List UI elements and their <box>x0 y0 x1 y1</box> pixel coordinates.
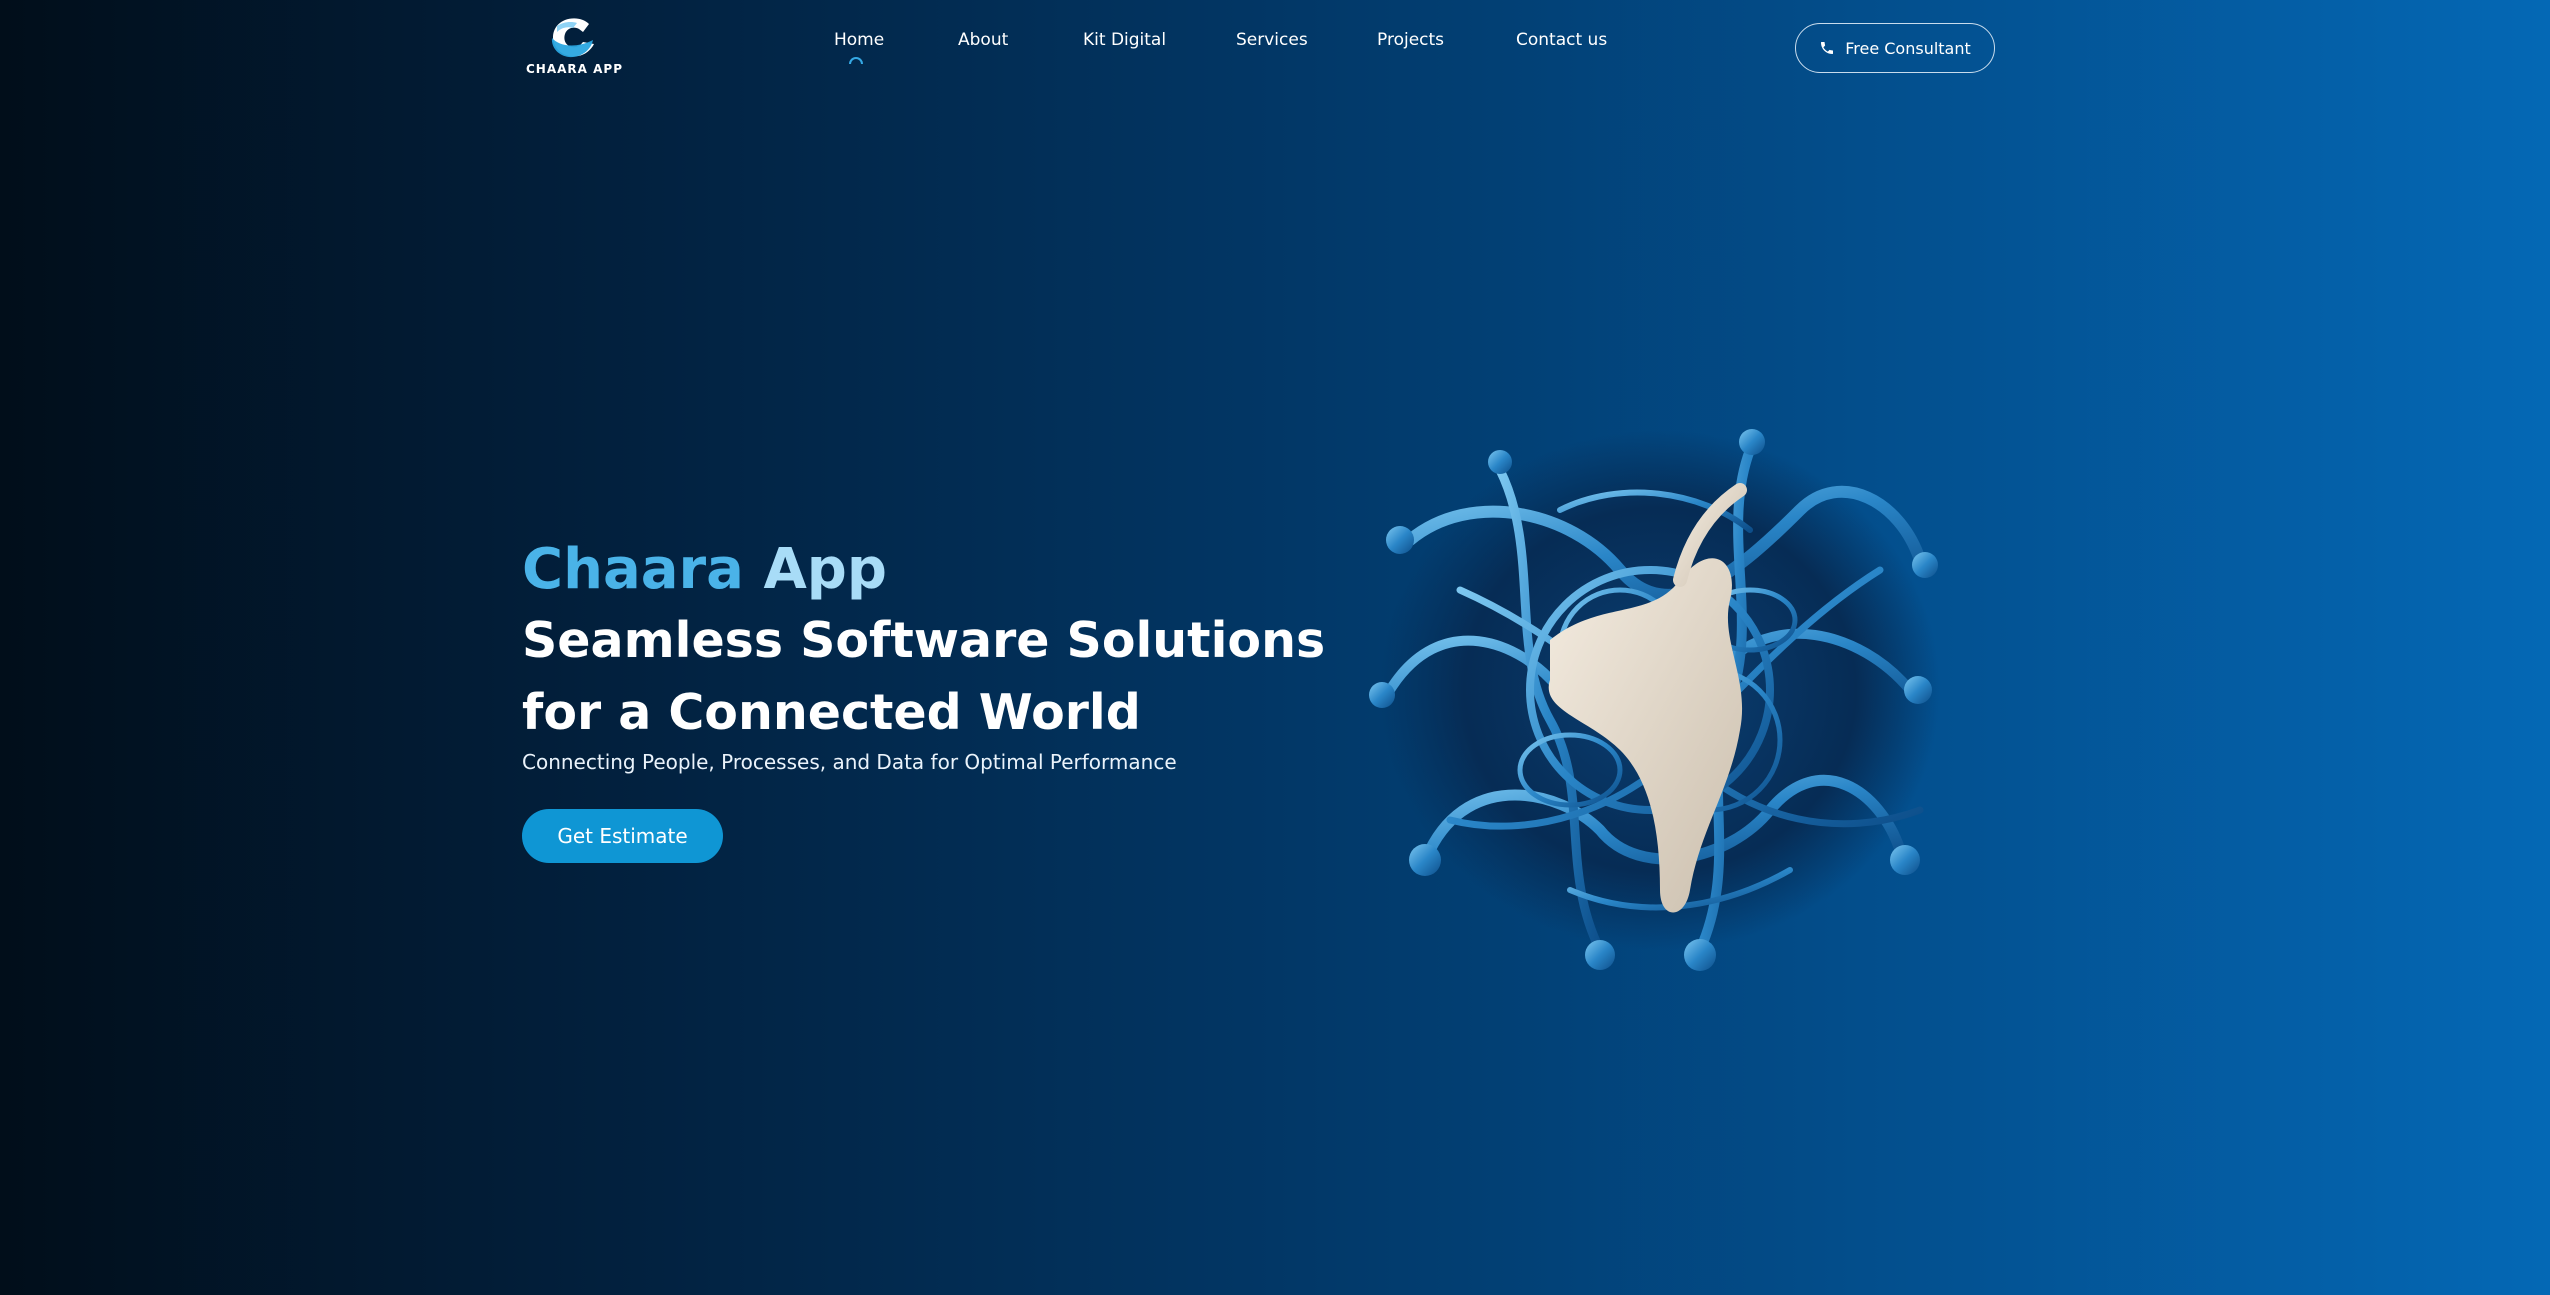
free-consultant-label: Free Consultant <box>1845 38 1971 58</box>
hero-brand-first: Chaara <box>522 537 744 602</box>
nav-active-indicator <box>849 57 863 64</box>
logo-mark-icon <box>551 18 594 58</box>
hero-subheadline: Connecting People, Processes, and Data f… <box>522 750 1177 774</box>
free-consultant-button[interactable]: Free Consultant <box>1795 23 1995 73</box>
page: CHAARA APP Home About Kit Digital Servic… <box>0 0 2550 1295</box>
nav-about[interactable]: About <box>958 30 1008 50</box>
hero-abstract-sculpture-image <box>1320 390 1980 990</box>
nav-contact-us[interactable]: Contact us <box>1516 30 1607 50</box>
hero-headline-line-2: for a Connected World <box>522 684 1141 741</box>
nav-home[interactable]: Home <box>834 30 884 50</box>
get-estimate-button[interactable]: Get Estimate <box>522 809 723 863</box>
phone-icon <box>1821 42 1834 54</box>
abstract-sculpture-icon <box>1369 429 1940 971</box>
hero-headline-line-1: Seamless Software Solutions <box>522 612 1326 669</box>
logo[interactable]: CHAARA APP <box>526 16 624 80</box>
nav-kit-digital[interactable]: Kit Digital <box>1083 30 1166 50</box>
logo-text: CHAARA APP <box>526 62 624 76</box>
hero-brand-title: Chaara App <box>522 535 887 605</box>
nav-projects[interactable]: Projects <box>1377 30 1444 50</box>
nav-services[interactable]: Services <box>1236 30 1308 50</box>
hero-brand-second: App <box>763 537 887 602</box>
